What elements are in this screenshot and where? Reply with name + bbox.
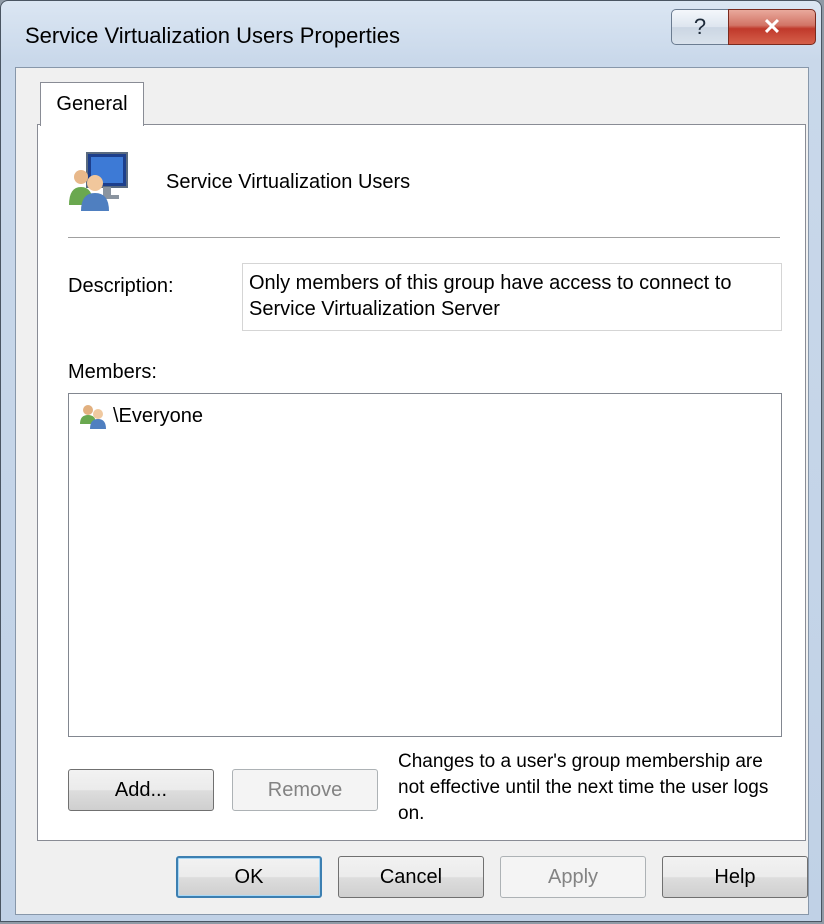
description-label: Description:	[68, 275, 174, 297]
properties-dialog: Service Virtualization Users Properties …	[0, 0, 822, 922]
cancel-button[interactable]: Cancel	[338, 856, 484, 898]
separator	[68, 237, 780, 239]
tab-general-label: General	[56, 93, 128, 115]
title-bar[interactable]: Service Virtualization Users Properties …	[1, 1, 821, 67]
add-button-label: Add...	[114, 778, 168, 801]
help-button[interactable]: Help	[662, 856, 808, 898]
window-title: Service Virtualization Users Properties	[25, 23, 400, 48]
members-list[interactable]: \Everyone	[68, 393, 782, 737]
user-group-icon	[69, 152, 128, 211]
members-label: Members:	[68, 361, 157, 383]
remove-button[interactable]: Remove	[232, 769, 378, 811]
ok-button[interactable]: OK	[176, 856, 322, 898]
apply-button[interactable]: Apply	[500, 856, 646, 898]
membership-note: Changes to a user's group membership are…	[398, 751, 769, 824]
description-field[interactable]: Only members of this group have access t…	[242, 263, 782, 331]
group-name: Service Virtualization Users	[166, 171, 411, 193]
context-help-button[interactable]: ?	[671, 9, 729, 45]
close-icon: ✕	[762, 14, 782, 39]
list-item[interactable]: \Everyone	[79, 402, 203, 430]
help-button-label: Help	[714, 865, 756, 888]
question-mark-icon: ?	[693, 14, 707, 39]
member-name: \Everyone	[113, 404, 204, 427]
close-button[interactable]: ✕	[728, 9, 816, 45]
cancel-button-label: Cancel	[379, 865, 443, 888]
add-button[interactable]: Add...	[68, 769, 214, 811]
dialog-client-area: General Service Virtualization Users Des…	[15, 67, 809, 915]
general-tab-panel: Service Virtualization Users Description…	[37, 124, 806, 841]
ok-button-label: OK	[234, 865, 264, 888]
apply-button-label: Apply	[547, 865, 599, 888]
remove-button-label: Remove	[267, 778, 343, 801]
tab-general[interactable]: General	[40, 82, 144, 126]
users-icon	[80, 405, 106, 429]
